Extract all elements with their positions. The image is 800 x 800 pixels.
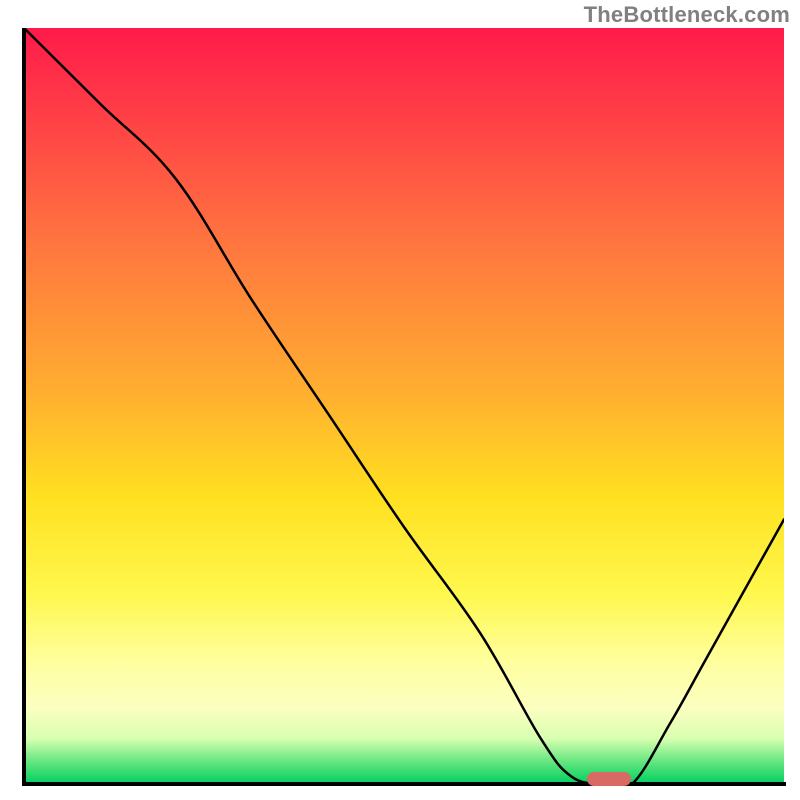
watermark-text: TheBottleneck.com: [584, 2, 790, 28]
optimal-marker: [587, 772, 631, 786]
bottleneck-curve-svg: [24, 28, 784, 784]
chart-container: TheBottleneck.com: [0, 0, 800, 800]
bottleneck-curve-path: [24, 28, 784, 784]
